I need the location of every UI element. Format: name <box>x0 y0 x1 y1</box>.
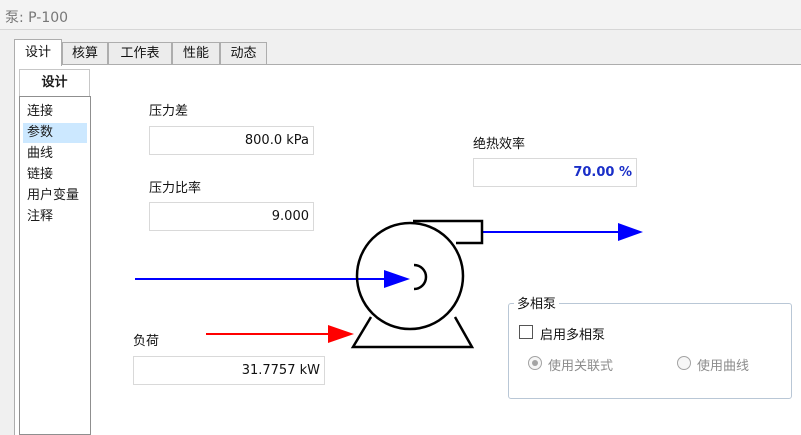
multiphase-group <box>508 303 792 399</box>
use-curve-label: 使用曲线 <box>697 359 750 374</box>
use-curve-radio[interactable] <box>677 356 691 370</box>
energy-stream-arrow <box>206 325 354 343</box>
use-correlation-radio[interactable] <box>528 356 542 370</box>
tab-design[interactable]: 设计 <box>14 39 62 66</box>
enable-multiphase-checkbox[interactable] <box>519 325 533 339</box>
enable-multiphase-label: 启用多相泵 <box>540 328 606 343</box>
radio-selected-dot <box>532 360 538 366</box>
pump-icon <box>350 219 484 349</box>
inlet-stream-arrow <box>135 270 410 288</box>
outlet-stream-arrow <box>483 223 643 241</box>
multiphase-group-title: 多相泵 <box>514 293 560 312</box>
use-correlation-label: 使用关联式 <box>548 359 614 374</box>
